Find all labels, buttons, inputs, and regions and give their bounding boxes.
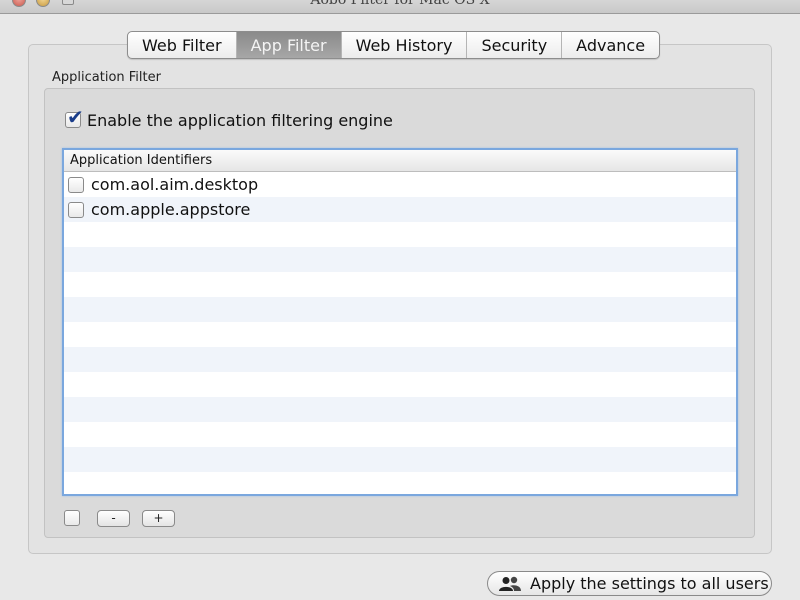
item-label: com.aol.aim.desktop [91, 175, 259, 194]
empty-row [64, 222, 736, 247]
empty-row [64, 347, 736, 372]
users-icon [499, 576, 521, 591]
empty-row [64, 322, 736, 347]
section-title: Application Filter [52, 70, 161, 85]
empty-row [64, 297, 736, 322]
tab-app-filter[interactable]: App Filter [236, 32, 342, 58]
empty-row [64, 447, 736, 472]
apply-to-all-users-button[interactable]: Apply the settings to all users [487, 571, 772, 596]
remove-item-button[interactable]: - [97, 510, 130, 527]
title-bar: Aobo Filter for Mac OS X [0, 0, 800, 14]
enable-filter-checkbox[interactable]: ✔ [65, 107, 84, 128]
empty-row [64, 422, 736, 447]
window-title: Aobo Filter for Mac OS X [310, 0, 490, 8]
enable-filter-label: Enable the application filtering engine [87, 111, 393, 130]
item-checkbox[interactable] [68, 177, 84, 193]
empty-row [64, 247, 736, 272]
tab-bar: Web Filter App Filter Web History Securi… [127, 31, 661, 59]
tab-security[interactable]: Security [467, 32, 563, 58]
list-column-header[interactable]: Application Identifiers [64, 150, 736, 172]
list-item[interactable]: com.apple.appstore [64, 197, 736, 222]
tab-advance[interactable]: Advance [562, 32, 659, 58]
empty-row [64, 272, 736, 297]
list-item[interactable]: com.aol.aim.desktop [64, 172, 736, 197]
list-rows: com.aol.aim.desktop com.apple.appstore [64, 172, 736, 494]
tab-web-history[interactable]: Web History [342, 32, 468, 58]
apply-button-label: Apply the settings to all users [530, 574, 769, 593]
empty-row [64, 372, 736, 397]
add-item-button[interactable]: + [142, 510, 175, 527]
item-label: com.apple.appstore [91, 200, 251, 219]
empty-row [64, 472, 736, 494]
select-all-checkbox[interactable] [64, 510, 80, 526]
application-identifiers-list[interactable]: Application Identifiers com.aol.aim.desk… [62, 148, 738, 496]
checkmark-icon: ✔ [67, 105, 84, 129]
empty-row [64, 397, 736, 422]
tab-web-filter[interactable]: Web Filter [128, 32, 237, 58]
item-checkbox[interactable] [68, 202, 84, 218]
